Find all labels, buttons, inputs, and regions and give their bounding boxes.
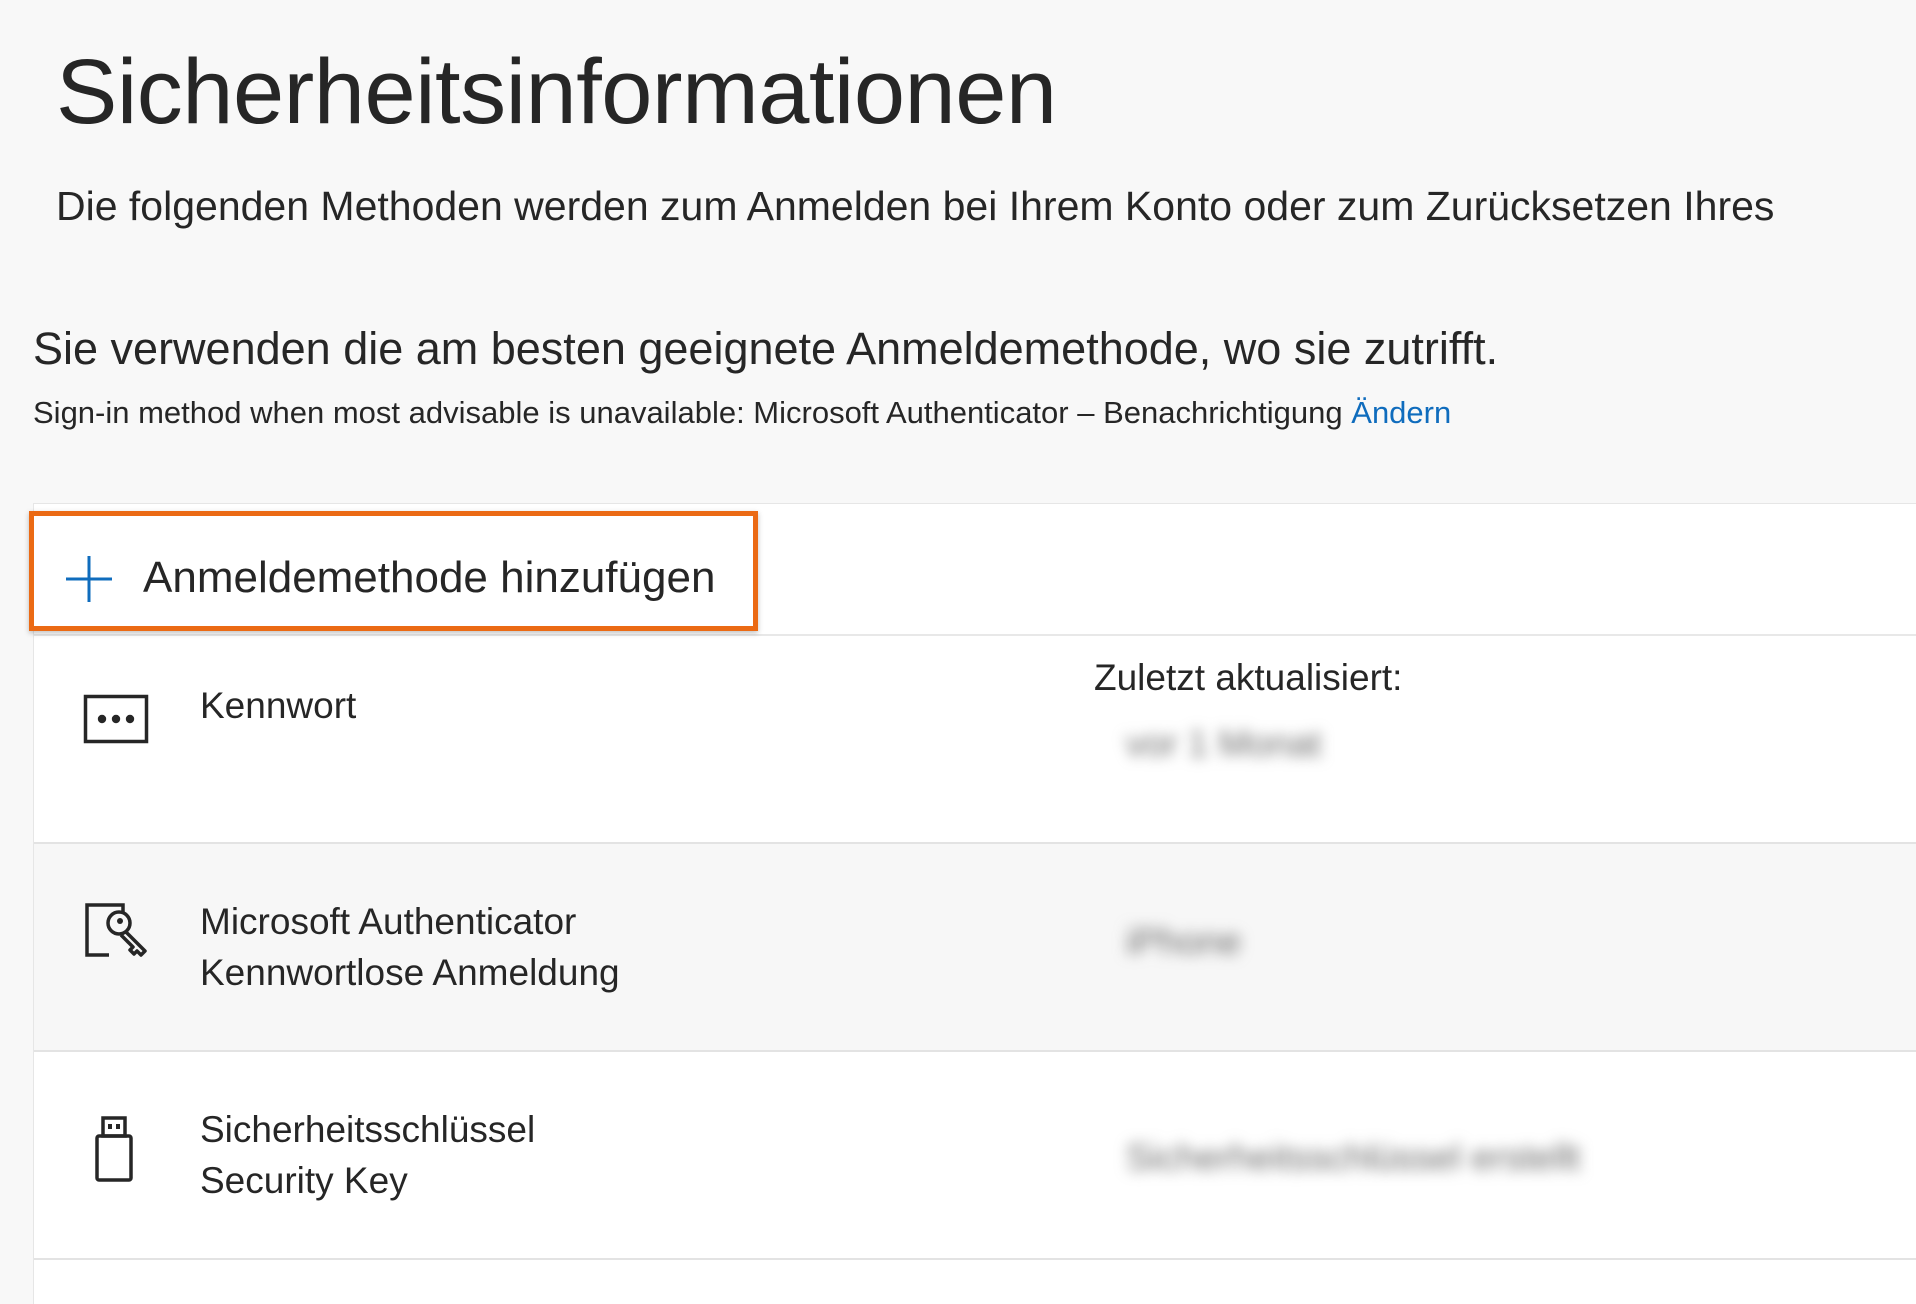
default-method-text: Sign-in method when most advisable is un…: [33, 395, 1343, 430]
method-key-value: Sicherheitsschlüssel erstellt: [1126, 1137, 1581, 1178]
method-last-updated-value: vor 1 Monat: [1126, 723, 1322, 764]
page-title: Sicherheitsinformationen: [56, 41, 1057, 143]
add-method-button[interactable]: Anmeldemethode hinzufügen: [29, 511, 758, 631]
default-method-line: Sign-in method when most advisable is un…: [33, 393, 1451, 433]
default-method-heading: Sie verwenden die am besten geeignete An…: [33, 323, 1499, 374]
password-icon: [83, 694, 149, 744]
method-name-line: Kennwort: [200, 685, 357, 726]
security-key-icon: [95, 1116, 133, 1182]
method-name-security-key: Sicherheitsschlüssel Security Key: [200, 1104, 535, 1206]
method-row-authenticator: Microsoft Authenticator Kennwortlose Anm…: [34, 844, 1916, 1052]
method-device-value: iPhone: [1126, 921, 1242, 962]
method-name-line: Sicherheitsschlüssel: [200, 1109, 536, 1150]
method-name-password: Kennwort: [200, 680, 356, 731]
add-method-row: Anmeldemethode hinzufügen: [29, 504, 1916, 636]
method-last-updated-label: Zuletzt aktualisiert:: [1094, 657, 1403, 698]
method-detail-line: Security Key: [200, 1160, 408, 1201]
method-name-line: Microsoft Authenticator: [200, 901, 577, 942]
authenticator-icon: [85, 903, 147, 957]
sign-in-methods-panel: Anmeldemethode hinzufügen Kennwort Zulet…: [29, 503, 1916, 1304]
method-detail-line: Kennwortlose Anmeldung: [200, 952, 620, 993]
plus-icon: [66, 556, 112, 602]
change-default-method-link[interactable]: Ändern: [1351, 395, 1451, 430]
method-row-password: Kennwort Zuletzt aktualisiert: vor 1 Mon…: [34, 636, 1916, 844]
add-method-label: Anmeldemethode hinzufügen: [143, 553, 716, 602]
method-name-authenticator: Microsoft Authenticator Kennwortlose Anm…: [200, 896, 620, 998]
method-row-security-key: Sicherheitsschlüssel Security Key Sicher…: [34, 1052, 1916, 1260]
page-description: Die folgenden Methoden werden zum Anmeld…: [56, 183, 1775, 229]
